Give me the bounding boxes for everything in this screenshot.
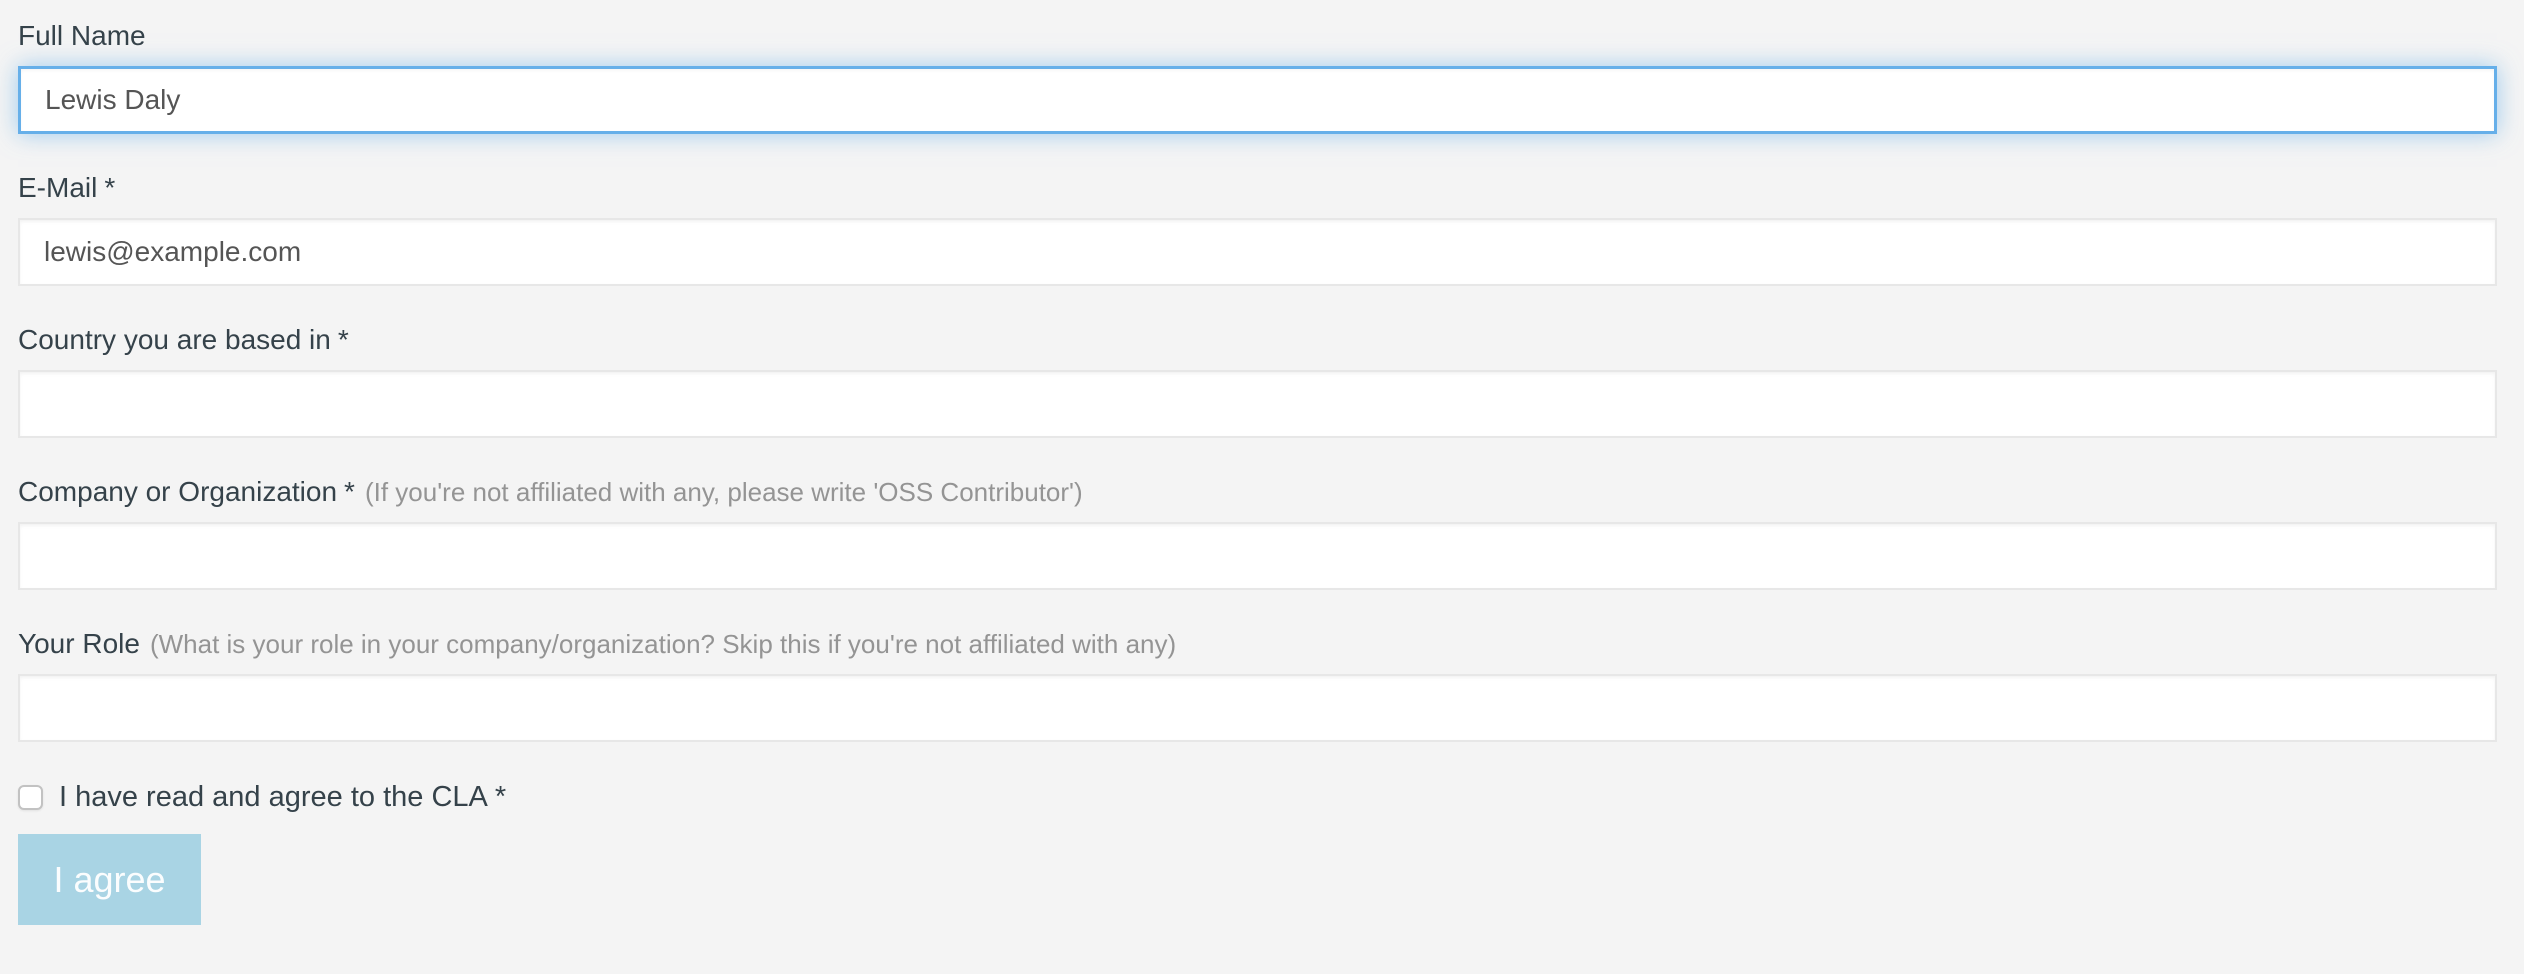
company-required-mark: * — [344, 476, 355, 507]
country-label: Country you are based in* — [18, 320, 2497, 360]
country-label-text: Country you are based in — [18, 324, 331, 355]
country-required-mark: * — [338, 324, 349, 355]
country-input[interactable] — [18, 370, 2497, 438]
field-role: Your Role (What is your role in your comp… — [18, 624, 2497, 742]
cla-agree-required-mark: * — [495, 781, 506, 813]
i-agree-button[interactable]: I agree — [18, 834, 201, 925]
email-label: E-Mail* — [18, 168, 2497, 208]
field-country: Country you are based in* — [18, 320, 2497, 438]
email-required-mark: * — [104, 172, 115, 203]
field-full-name: Full Name — [18, 16, 2497, 134]
field-company: Company or Organization* (If you're not a… — [18, 472, 2497, 590]
role-label: Your Role (What is your role in your comp… — [18, 624, 2497, 664]
full-name-input[interactable] — [18, 66, 2497, 134]
full-name-label: Full Name — [18, 16, 2497, 56]
full-name-label-text: Full Name — [18, 20, 146, 51]
cla-agree-label-text: I have read and agree to the CLA — [59, 781, 488, 813]
company-input[interactable] — [18, 522, 2497, 590]
cla-agree-row: I have read and agree to the CLA* — [18, 776, 2497, 818]
role-hint: (What is your role in your company/organ… — [150, 629, 1176, 659]
cla-form: Full Name E-Mail* Country you are based … — [0, 0, 2524, 925]
role-label-text: Your Role — [18, 628, 140, 659]
company-hint: (If you're not affiliated with any, plea… — [365, 477, 1083, 507]
email-input[interactable] — [18, 218, 2497, 286]
email-label-text: E-Mail — [18, 172, 97, 203]
company-label-text: Company or Organization — [18, 476, 337, 507]
field-email: E-Mail* — [18, 168, 2497, 286]
company-label: Company or Organization* (If you're not a… — [18, 472, 2497, 512]
cla-agree-label: I have read and agree to the CLA* — [59, 776, 506, 818]
cla-agree-checkbox[interactable] — [18, 785, 43, 810]
role-input[interactable] — [18, 674, 2497, 742]
